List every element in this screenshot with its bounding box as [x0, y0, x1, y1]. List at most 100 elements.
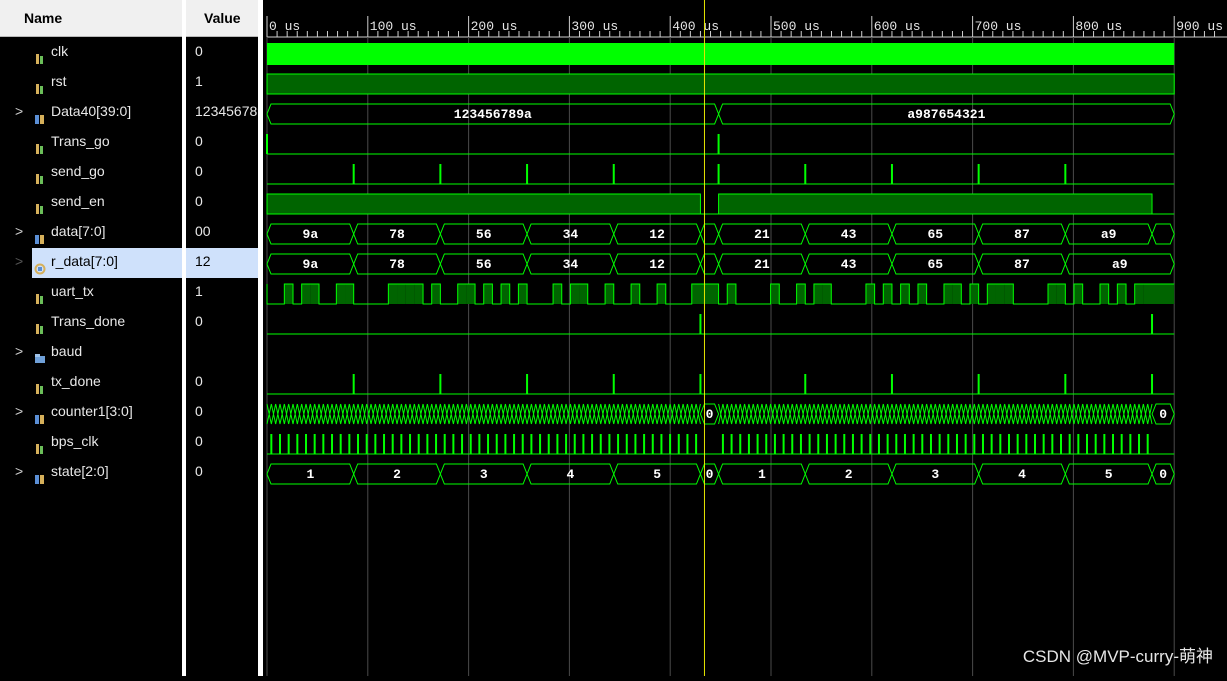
bit-signal-icon [34, 77, 46, 94]
uart-tx-high [987, 284, 996, 304]
signal-value: 0 [195, 373, 203, 389]
signal-value-row[interactable]: 0 [186, 308, 258, 338]
signal-row[interactable]: > counter1[3:0] [0, 398, 182, 428]
signal-row[interactable]: > data[7:0] [0, 218, 182, 248]
signal-value: 0 [195, 403, 203, 419]
name-column-header[interactable]: Name [0, 0, 182, 37]
state-wave-value-label: 3 [480, 467, 488, 482]
signal-value-row[interactable]: 0 [186, 428, 258, 458]
tick-label: 0 us [269, 19, 300, 34]
tick-label: 200 us [471, 19, 518, 34]
expand-chevron-icon[interactable]: > [15, 458, 27, 484]
uart-tx-high [917, 284, 927, 304]
data-bus-wave-value-label: 12 [649, 227, 665, 242]
uart-tx-high [605, 284, 614, 304]
signal-row[interactable]: > r_data[7:0] [15, 248, 182, 278]
data-bus-wave-value-label: 34 [563, 227, 579, 242]
signal-value-row[interactable]: 0 [186, 128, 258, 158]
signal-row[interactable]: > baud [0, 338, 182, 368]
signal-value-row[interactable]: 12 [186, 248, 258, 278]
uart-tx-high [518, 284, 528, 304]
signal-value: 1 [195, 73, 203, 89]
signal-value-row[interactable] [186, 338, 258, 368]
signal-row[interactable]: send_en [0, 188, 182, 218]
r-data-bus-wave-value-label: 12 [649, 257, 665, 272]
signal-value: 12 [195, 253, 211, 269]
uart-tx-high [414, 284, 424, 304]
data-bus-wave-value-label: 56 [476, 227, 492, 242]
signal-value-row[interactable]: 00 [186, 218, 258, 248]
bus-signal-icon [34, 227, 46, 244]
signal-row[interactable]: rst [0, 68, 182, 98]
value-column-header[interactable]: Value [186, 0, 258, 37]
signal-value-row[interactable]: 123456789a [186, 98, 258, 128]
uart-tx-high [1143, 284, 1175, 304]
signal-name: Trans_go [51, 133, 110, 149]
signal-value-row[interactable]: 0 [186, 188, 258, 218]
value-wave-splitter[interactable] [258, 0, 263, 676]
r-data-bus-wave-value-label: 78 [389, 257, 405, 272]
bit-signal-icon [34, 437, 46, 454]
r-data-bus-wave-value-label: 65 [927, 257, 943, 272]
uart-tx-high [301, 284, 311, 304]
uart-tx-high [553, 284, 562, 304]
signal-row[interactable]: send_go [0, 158, 182, 188]
send-en-high [266, 193, 701, 215]
uart-tx-high [1047, 284, 1057, 304]
uart-tx-high [865, 284, 875, 304]
signal-value-row[interactable]: 1 [186, 68, 258, 98]
r-data-bus-wave-value-label: 34 [563, 257, 579, 272]
signal-value: 1 [195, 283, 203, 299]
expand-chevron-icon[interactable]: > [15, 218, 27, 244]
data-bus-wave-segment [1151, 223, 1175, 245]
expand-chevron-icon[interactable]: > [15, 98, 27, 124]
signal-row[interactable]: uart_tx [0, 278, 182, 308]
state-wave-value-label: 0 [1159, 467, 1167, 482]
data40-wave-value-label: 123456789a [454, 107, 532, 122]
state-wave-value-label: 2 [393, 467, 401, 482]
signal-row[interactable]: > state[2:0] [0, 458, 182, 488]
uart-tx-high [1117, 284, 1127, 304]
r-data-bus-wave-value-label: 43 [841, 257, 857, 272]
signal-value-row[interactable]: 1 [186, 278, 258, 308]
counter1-wave-value-label: 0 [1159, 407, 1167, 422]
uart-tx-high [1004, 284, 1014, 304]
register-bus-icon [34, 257, 46, 275]
bit-signal-icon [34, 197, 46, 214]
signal-row[interactable]: Trans_go [0, 128, 182, 158]
data-bus-wave-value-label: 87 [1014, 227, 1030, 242]
uart-tx-high [284, 284, 294, 304]
state-wave-value-label: 5 [653, 467, 661, 482]
send-en-high [718, 193, 1153, 215]
signal-row[interactable]: > Data40[39:0] [0, 98, 182, 128]
state-wave-value-label: 0 [706, 467, 714, 482]
tick-label: 800 us [1075, 19, 1122, 34]
waveform-svg[interactable]: 0 us 100 us 200 us 300 us 400 us 500 us 600 us… [265, 0, 1227, 676]
signal-value-row[interactable]: 0 [186, 458, 258, 488]
signal-value: 0 [195, 313, 203, 329]
signal-row[interactable]: Trans_done [0, 308, 182, 338]
uart-tx-high [900, 284, 910, 304]
r-data-bus-wave-value-label: 87 [1014, 257, 1030, 272]
signal-value-row[interactable]: 0 [186, 398, 258, 428]
signal-name: baud [51, 343, 83, 359]
signal-value-row[interactable]: 0 [186, 368, 258, 398]
uart-tx-high [657, 284, 666, 304]
r-data-bus-wave-segment [699, 253, 720, 275]
bit-signal-icon [34, 317, 46, 334]
expand-chevron-icon[interactable]: > [15, 248, 27, 274]
uart-tx-high [952, 284, 962, 304]
signal-value-row[interactable]: 0 [186, 158, 258, 188]
signal-value-panel: Value 01123456789a0000012100000 [186, 0, 258, 676]
signal-value: 0 [195, 43, 203, 59]
signal-name: state[2:0] [51, 463, 109, 479]
waveform-canvas[interactable]: 0 us 100 us 200 us 300 us 400 us 500 us 600 us… [265, 0, 1227, 676]
signal-value: 0 [195, 193, 203, 209]
signal-row[interactable]: tx_done [0, 368, 182, 398]
signal-value-row[interactable]: 0 [186, 38, 258, 68]
signal-row[interactable]: clk [0, 38, 182, 68]
expand-chevron-icon[interactable]: > [15, 398, 27, 424]
expand-chevron-icon[interactable]: > [15, 338, 27, 364]
bit-signal-icon [34, 287, 46, 304]
signal-row[interactable]: bps_clk [0, 428, 182, 458]
